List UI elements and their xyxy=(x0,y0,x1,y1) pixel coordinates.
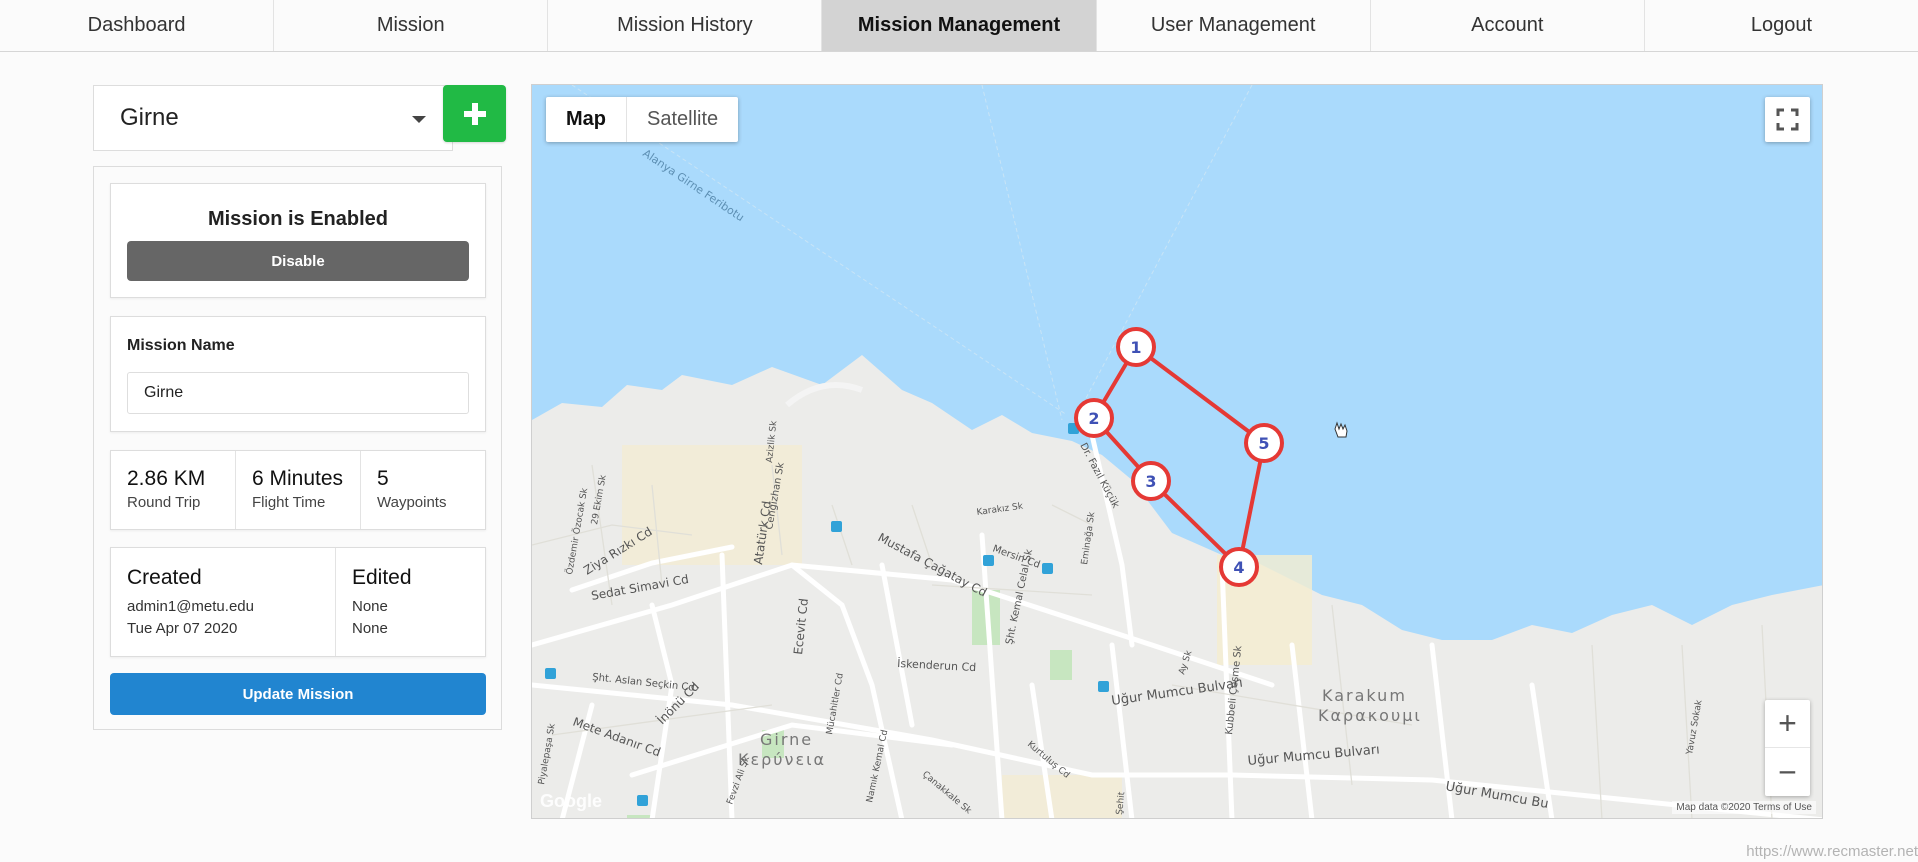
nav-dashboard[interactable]: Dashboard xyxy=(0,0,275,51)
hand-cursor-icon xyxy=(1334,421,1348,438)
edited-date: None xyxy=(352,620,388,637)
park-area xyxy=(627,815,653,818)
created-title: Created xyxy=(127,566,202,589)
map-type-satellite-button[interactable]: Satellite xyxy=(627,97,738,142)
update-mission-button[interactable]: Update Mission xyxy=(110,673,486,715)
map-label: Alanya Girne Feribotu xyxy=(640,147,746,224)
map-type-toggle: Map Satellite xyxy=(546,97,739,142)
disable-button[interactable]: Disable xyxy=(127,241,469,281)
edited-by: None xyxy=(352,598,388,615)
map-label: Girne xyxy=(760,730,813,749)
ferry-line xyxy=(981,85,1063,421)
map-canvas[interactable]: Alanya Girne Feribotu Karakum Καρακουμι … xyxy=(532,85,1823,819)
mission-status-text: Mission is Enabled xyxy=(207,208,389,230)
waypoint-3-label[interactable]: 3 xyxy=(1145,472,1156,491)
recorder-watermark: https://www.recmaster.net xyxy=(1746,843,1918,860)
created-date: Tue Apr 07 2020 xyxy=(127,620,238,637)
top-nav: Dashboard Mission Mission History Missio… xyxy=(0,0,1918,52)
mission-details-panel: Mission is Enabled Disable Mission Name … xyxy=(93,166,502,730)
town-area xyxy=(1002,775,1122,818)
zoom-in-button[interactable]: + xyxy=(1765,700,1810,748)
waypoint-1-label[interactable]: 1 xyxy=(1130,338,1141,357)
nav-logout[interactable]: Logout xyxy=(1645,0,1918,51)
park-area xyxy=(1050,650,1072,680)
fullscreen-button[interactable] xyxy=(1765,97,1810,142)
mission-select-value: Girne xyxy=(120,104,179,131)
mission-select-dropdown[interactable]: Girne xyxy=(93,85,453,151)
map-attribution[interactable]: Map data ©2020 Terms of Use xyxy=(1672,801,1816,814)
map-type-map-button[interactable]: Map xyxy=(546,97,627,142)
created-info: Created admin1@metu.edu Tue Apr 07 2020 xyxy=(111,548,336,656)
nav-mission[interactable]: Mission xyxy=(274,0,549,51)
fullscreen-icon xyxy=(1776,108,1799,131)
nav-user-management[interactable]: User Management xyxy=(1097,0,1371,51)
nav-mission-management[interactable]: Mission Management xyxy=(822,0,1097,51)
edited-info: Edited None None xyxy=(336,548,485,656)
waypoint-2-label[interactable]: 2 xyxy=(1088,409,1099,428)
stat-label: Flight Time xyxy=(252,494,326,511)
stat-flight-time: 6 Minutes Flight Time xyxy=(236,451,361,529)
plus-icon-stroke xyxy=(471,102,478,125)
mission-map[interactable]: Alanya Girne Feribotu Karakum Καρακουμι … xyxy=(531,84,1823,819)
mission-name-input[interactable] xyxy=(127,372,469,414)
nav-account[interactable]: Account xyxy=(1371,0,1645,51)
add-mission-button[interactable] xyxy=(443,85,506,142)
mission-name-card: Mission Name xyxy=(110,316,486,432)
map-label: Καρακουμι xyxy=(1318,706,1422,725)
mission-name-label: Mission Name xyxy=(127,337,235,354)
stat-value: 6 Minutes xyxy=(252,467,344,490)
map-label: Karakum xyxy=(1322,686,1407,705)
mission-status-card: Mission is Enabled Disable xyxy=(110,183,486,298)
edited-title: Edited xyxy=(352,566,412,589)
stat-label: Round Trip xyxy=(127,494,201,511)
waypoint-5-label[interactable]: 5 xyxy=(1258,434,1269,453)
mission-stats-card: 2.86 KM Round Trip 6 Minutes Flight Time… xyxy=(110,450,486,530)
stat-value: 5 xyxy=(377,467,389,490)
stat-round-trip: 2.86 KM Round Trip xyxy=(111,451,236,529)
mission-meta-card: Created admin1@metu.edu Tue Apr 07 2020 … xyxy=(110,547,486,657)
chevron-down-icon xyxy=(412,116,426,123)
stat-waypoints: 5 Waypoints xyxy=(361,451,485,529)
zoom-out-button[interactable]: − xyxy=(1765,748,1810,796)
created-by: admin1@metu.edu xyxy=(127,598,254,615)
stat-label: Waypoints xyxy=(377,494,447,511)
nav-mission-history[interactable]: Mission History xyxy=(548,0,823,51)
ferry-line xyxy=(1076,85,1253,416)
stat-value: 2.86 KM xyxy=(127,467,206,490)
zoom-controls: + − xyxy=(1765,700,1810,796)
google-logo: Google xyxy=(540,791,602,811)
waypoint-4-label[interactable]: 4 xyxy=(1233,558,1244,577)
